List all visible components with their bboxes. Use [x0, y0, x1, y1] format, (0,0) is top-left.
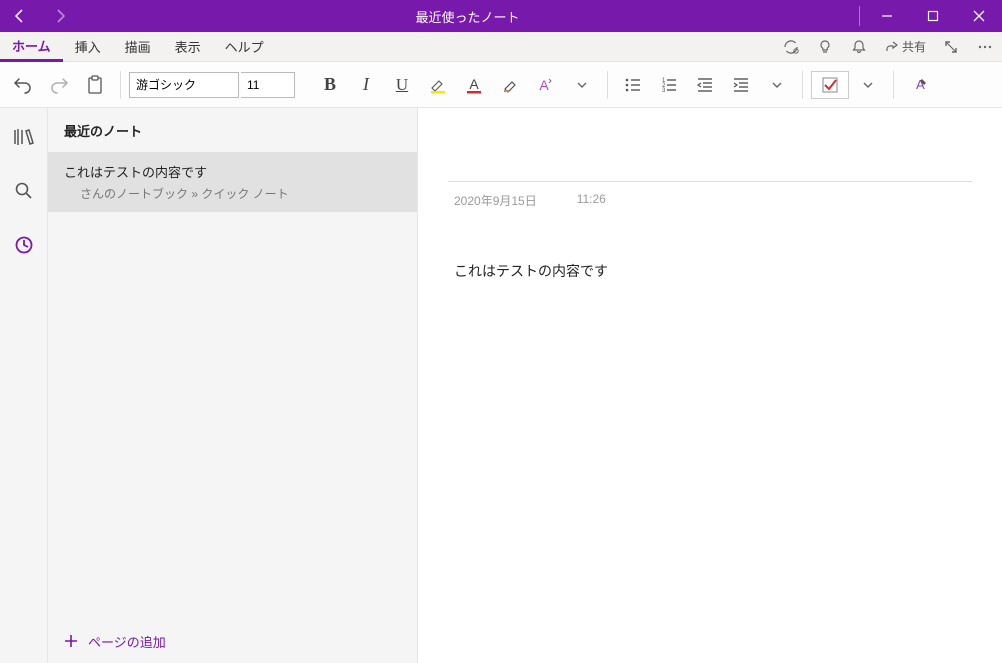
page-canvas[interactable]: 2020年9月15日 11:26 これはテストの内容です — [418, 108, 1002, 663]
add-page-button[interactable]: ページの追加 — [48, 619, 417, 663]
font-dropdown[interactable] — [565, 68, 599, 102]
redo-button[interactable] — [42, 68, 76, 102]
share-button[interactable]: 共有 — [876, 38, 934, 55]
plus-icon — [64, 634, 78, 648]
undo-button[interactable] — [6, 68, 40, 102]
page-date: 2020年9月15日 — [454, 192, 537, 209]
highlight-button[interactable] — [421, 68, 455, 102]
page-time: 11:26 — [577, 192, 606, 209]
notelist-header: 最近のノート — [48, 108, 417, 152]
add-page-label: ページの追加 — [88, 632, 166, 651]
more-icon[interactable] — [968, 32, 1002, 62]
todo-tag-button[interactable] — [811, 71, 849, 99]
indent-button[interactable] — [724, 68, 758, 102]
tab-view[interactable]: 表示 — [163, 32, 213, 62]
page-body-text[interactable]: これはテストの内容です — [448, 261, 972, 281]
search-icon[interactable] — [9, 176, 39, 206]
ribbon-toolbar: 游ゴシック 11 B I U A A 123 A — [0, 62, 1002, 108]
font-size-select[interactable]: 11 — [241, 72, 295, 98]
underline-button[interactable]: U — [385, 68, 419, 102]
minimize-button[interactable] — [864, 0, 910, 32]
clipboard-button[interactable] — [78, 68, 112, 102]
title-bar: 最近使ったノート — [0, 0, 1002, 32]
tab-help[interactable]: ヘルプ — [213, 32, 276, 62]
titlebar-separator — [859, 6, 860, 26]
left-rail — [0, 108, 48, 663]
svg-text:A: A — [469, 76, 479, 92]
fullscreen-icon[interactable] — [934, 32, 968, 62]
sync-icon[interactable] — [774, 32, 808, 62]
lightbulb-icon[interactable] — [808, 32, 842, 62]
page-title-input[interactable] — [448, 132, 972, 182]
svg-text:3: 3 — [662, 88, 666, 94]
bell-icon[interactable] — [842, 32, 876, 62]
notebooks-icon[interactable] — [9, 122, 39, 152]
numbered-list-button[interactable]: 123 — [652, 68, 686, 102]
window-title: 最近使ったノート — [80, 7, 855, 26]
bold-button[interactable]: B — [313, 68, 347, 102]
note-list-item[interactable]: これはテストの内容です さんのノートブック » クイック ノート — [48, 152, 417, 212]
forward-button[interactable] — [40, 0, 80, 32]
back-button[interactable] — [0, 0, 40, 32]
font-name-select[interactable]: 游ゴシック — [129, 72, 239, 98]
ribbon-tabs: ホーム 挿入 描画 表示 ヘルプ 共有 — [0, 32, 1002, 62]
tab-home[interactable]: ホーム — [0, 32, 63, 62]
font-color-button[interactable]: A — [457, 68, 491, 102]
note-item-path: さんのノートブック » クイック ノート — [64, 185, 401, 202]
recent-icon[interactable] — [9, 230, 39, 260]
ink-pen-button[interactable]: A — [902, 68, 936, 102]
text-effect-button[interactable]: A — [529, 68, 563, 102]
maximize-button[interactable] — [910, 0, 956, 32]
italic-button[interactable]: I — [349, 68, 383, 102]
svg-text:A: A — [539, 77, 549, 93]
bullet-list-button[interactable] — [616, 68, 650, 102]
outdent-button[interactable] — [688, 68, 722, 102]
clear-formatting-button[interactable] — [493, 68, 527, 102]
note-item-title: これはテストの内容です — [64, 162, 401, 181]
close-button[interactable] — [956, 0, 1002, 32]
share-label: 共有 — [902, 38, 926, 55]
paragraph-dropdown[interactable] — [760, 68, 794, 102]
note-list-panel: 最近のノート これはテストの内容です さんのノートブック » クイック ノート … — [48, 108, 418, 663]
tag-dropdown[interactable] — [851, 68, 885, 102]
tab-draw[interactable]: 描画 — [113, 32, 163, 62]
tab-insert[interactable]: 挿入 — [63, 32, 113, 62]
